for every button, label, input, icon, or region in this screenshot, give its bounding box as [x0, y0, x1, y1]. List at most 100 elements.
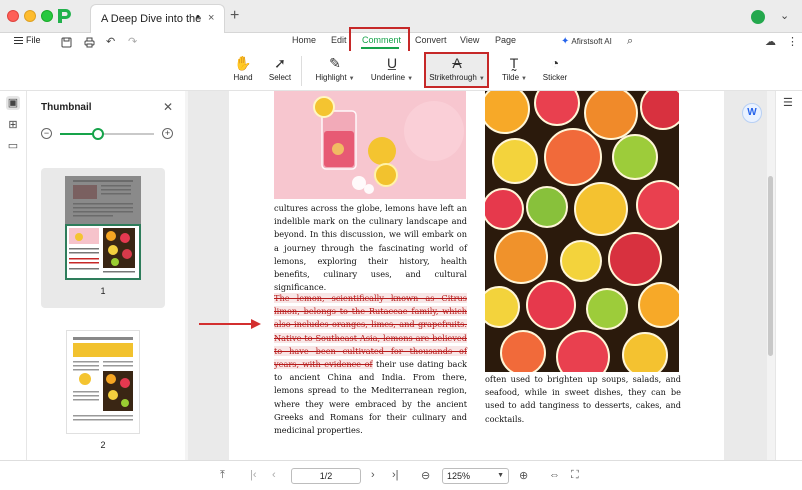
unsaved-dot-icon: •	[196, 11, 200, 23]
zoom-out-icon[interactable]: −	[41, 128, 52, 139]
comment-tab-annotation-box	[349, 27, 410, 54]
strikethrough-icon: A	[452, 55, 462, 71]
document-scrollbar[interactable]	[767, 91, 775, 460]
pdf-page: cultures across the globe, lemons have l…	[229, 91, 724, 460]
minimize-window-button[interactable]	[24, 10, 36, 22]
tilde-tool-label: Tilde	[502, 73, 520, 82]
thumbnail-panel-title: Thumbnail	[41, 102, 92, 113]
zoom-out-icon[interactable]: ⊖	[421, 469, 430, 482]
citrus-slices-photo-image	[485, 91, 679, 372]
close-tab-icon[interactable]: ×	[208, 12, 214, 24]
hamburger-icon	[14, 35, 23, 46]
cloud-upload-icon[interactable]: ☁	[765, 35, 776, 48]
sticker-icon: ◔	[550, 55, 560, 71]
fit-width-icon[interactable]: ⇔	[549, 469, 560, 481]
hand-tool-button[interactable]: ✋ Hand	[230, 53, 256, 82]
sticker-tool-button[interactable]: ◔ Sticker	[541, 53, 569, 82]
body-text: their use dating back to ancient China a…	[274, 359, 467, 436]
strikethrough-annotation[interactable]: The lemon, scientifically known as Citru…	[274, 293, 467, 370]
go-start-icon[interactable]: |‹	[250, 469, 257, 481]
maximize-window-button[interactable]	[41, 10, 53, 22]
fit-page-icon[interactable]: ⛶	[571, 469, 579, 482]
caret-down-icon: ▼	[478, 76, 485, 82]
search-icon[interactable]: ⌕	[627, 35, 633, 48]
app-window: A Deep Dive into the W... • × + ⌄ File ↶…	[0, 0, 802, 490]
comment-toolbar: ✋ Hand ➚ Select ✎ Highlight ▼ U̲ Underlin…	[0, 51, 802, 91]
tab-view[interactable]: View	[460, 35, 479, 45]
tilde-tool-button[interactable]: T̰ Tilde ▼	[502, 53, 527, 82]
tab-convert[interactable]: Convert	[415, 35, 447, 45]
thumbnail-zoom-slider[interactable]	[60, 128, 154, 140]
underline-tool-label: Underline	[370, 73, 406, 82]
select-tool-label: Select	[268, 73, 292, 82]
zoom-level-select[interactable]: 125% ▼	[442, 468, 509, 484]
underline-tool-button[interactable]: U̲ Underline ▼	[369, 53, 415, 82]
strikethrough-tool-label: Strikethrough	[429, 73, 477, 82]
caret-down-icon: ▼	[348, 76, 355, 82]
properties-panel-icon[interactable]: ☰	[783, 96, 793, 109]
thumbnail-panel: Thumbnail ✕ − + 1 2	[27, 91, 187, 460]
zoom-in-icon[interactable]: +	[162, 128, 173, 139]
right-rail: ☰	[775, 91, 802, 460]
last-page-icon[interactable]: ›|	[392, 469, 399, 481]
page-thumbnail-image	[65, 176, 141, 280]
redo-icon[interactable]: ↷	[128, 35, 137, 48]
thumbnail-panel-icon[interactable]: ▣	[6, 96, 20, 110]
page-thumbnail-preview	[73, 180, 133, 217]
cursor-icon: ➚	[274, 55, 286, 71]
new-tab-button[interactable]: +	[230, 7, 239, 25]
tab-page[interactable]: Page	[495, 35, 516, 45]
save-icon[interactable]	[61, 37, 72, 48]
more-icon[interactable]: ⋮	[787, 35, 798, 48]
lemonade-photo-image	[274, 91, 466, 199]
chevron-down-icon: ▼	[497, 472, 504, 479]
print-icon[interactable]	[84, 37, 95, 48]
page-thumbnail-1[interactable]: 1	[41, 168, 165, 308]
sticker-tool-label: Sticker	[542, 73, 568, 82]
zoom-slider-handle[interactable]	[91, 128, 104, 140]
next-page-icon[interactable]: ›	[371, 469, 375, 481]
first-page-icon[interactable]: ⤒	[220, 469, 225, 482]
close-window-button[interactable]	[7, 10, 19, 22]
tab-edit[interactable]: Edit	[331, 35, 347, 45]
page-number-input[interactable]: 1/2	[291, 468, 361, 484]
ai-assistant-button[interactable]: ✦ Afirstsoft AI	[561, 36, 612, 47]
active-tab-indicator	[361, 47, 399, 49]
user-avatar[interactable]	[751, 10, 765, 24]
underline-icon: U̲	[386, 55, 398, 71]
bookmark-icon[interactable]: ⊞	[6, 118, 20, 132]
page-number-label: 2	[100, 440, 106, 450]
previous-page-icon[interactable]: ‹	[272, 469, 276, 481]
select-tool-button[interactable]: ➚ Select	[267, 53, 293, 82]
document-tab[interactable]: A Deep Dive into the W... • ×	[90, 4, 225, 33]
zoom-level-value: 125%	[447, 471, 471, 481]
hand-icon: ✋	[234, 55, 252, 71]
lemonade-photo	[274, 91, 466, 199]
document-viewport[interactable]: cultures across the globe, lemons have l…	[188, 91, 767, 460]
document-tab-title: A Deep Dive into the W...	[101, 13, 201, 25]
ai-assistant-label: Afirstsoft AI	[571, 37, 612, 46]
tab-home[interactable]: Home	[292, 35, 316, 45]
body-paragraph: cultures across the globe, lemons have l…	[274, 203, 467, 293]
close-icon[interactable]: ✕	[163, 100, 173, 114]
page-number-label: 1	[100, 286, 106, 296]
zoom-in-icon[interactable]: ⊕	[519, 469, 528, 482]
undo-icon[interactable]: ↶	[106, 35, 115, 48]
sparkle-icon: ✦	[561, 36, 570, 47]
scrollbar-thumb[interactable]	[768, 176, 773, 356]
page-thumbnail-preview	[73, 337, 133, 421]
chevron-down-icon[interactable]: ⌄	[780, 9, 789, 22]
visible-area-frame	[65, 224, 141, 280]
comment-list-icon[interactable]: ▭	[6, 139, 20, 153]
file-menu-button[interactable]: File	[14, 35, 41, 46]
red-arrow-annotation-icon	[199, 319, 261, 329]
hand-tool-label: Hand	[233, 73, 253, 82]
app-logo-icon	[58, 9, 71, 23]
page-thumbnail-2[interactable]: 2	[41, 322, 165, 460]
bottom-navigation-bar: ⤒ |‹ ‹ 1/2 › ›| ⊖ 125% ▼ ⊕ ⇔ ⛶	[0, 460, 802, 490]
highlight-tool-button[interactable]: ✎ Highlight ▼	[314, 53, 356, 82]
word-convert-icon[interactable]: W	[742, 103, 762, 123]
left-rail: ▣ ⊞ ▭	[0, 91, 27, 490]
strikethrough-tool-button[interactable]: A Strikethrough ▼	[427, 53, 487, 82]
caret-down-icon: ▼	[521, 76, 527, 82]
